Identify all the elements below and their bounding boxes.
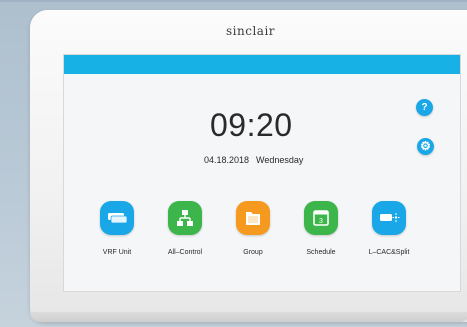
folder-icon[interactable] — [236, 201, 270, 235]
gear-icon: ⚙ — [420, 139, 431, 153]
help-button[interactable]: ? — [416, 99, 433, 116]
tile-group[interactable]: Group — [221, 201, 285, 256]
help-icon: ? — [421, 102, 428, 113]
date-text: 04.18.2018 — [204, 155, 250, 165]
tile-all-control[interactable]: All–Control — [153, 201, 217, 256]
split-unit-icon[interactable] — [372, 201, 406, 235]
tile-label: Schedule — [306, 249, 336, 256]
background-frame — [0, 0, 467, 2]
tile-schedule[interactable]: 3 Schedule — [289, 201, 353, 256]
brand-logo: sinclair — [226, 24, 276, 38]
ac-unit-icon[interactable] — [100, 201, 134, 235]
svg-text:3: 3 — [319, 218, 323, 225]
touch-screen: 09:20 04.18.2018 Wednesday ? ⚙ VRF Unit A… — [63, 54, 461, 292]
tile-vrf-unit[interactable]: VRF Unit — [85, 201, 149, 256]
tile-label: Group — [243, 249, 263, 256]
clock-time: 09:20 — [210, 107, 293, 143]
date-line: 04.18.2018 Wednesday — [204, 155, 303, 165]
tile-l-cac-split[interactable]: L–CAC&Split — [357, 201, 421, 256]
device-bottom-edge — [30, 312, 467, 322]
status-bar — [64, 55, 460, 74]
weekday-text: Wednesday — [256, 155, 304, 165]
tile-label: VRF Unit — [102, 249, 132, 256]
settings-button[interactable]: ⚙ — [417, 138, 434, 155]
tile-label: L–CAC&Split — [368, 249, 410, 256]
tile-label: All–Control — [167, 249, 203, 256]
calendar-icon[interactable]: 3 — [304, 201, 338, 235]
network-icon[interactable] — [168, 201, 202, 235]
